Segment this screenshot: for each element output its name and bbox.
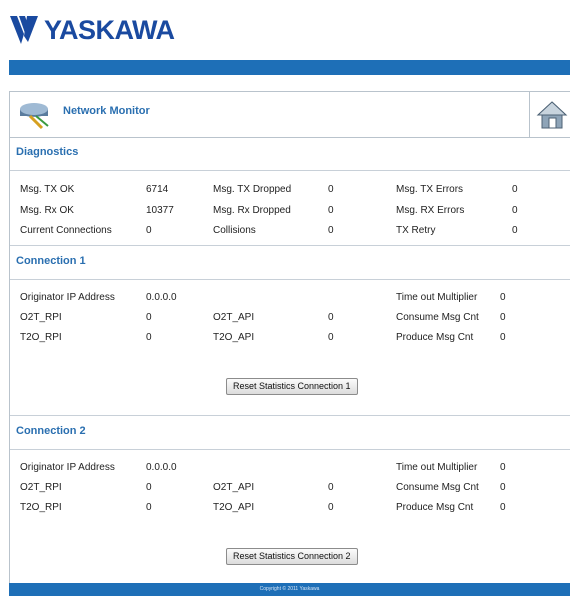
consume-msg-cnt-label: Consume Msg Cnt [396,312,479,323]
o2t-rpi-value: 0 [146,312,152,323]
msg-rx-ok-value: 10377 [146,205,174,216]
msg-tx-dropped-value: 0 [328,184,334,195]
network-device-icon [20,103,49,130]
divider [10,245,570,246]
tx-retry-label: TX Retry [396,225,436,236]
footer: Copyright © 2011 Yaskawa [9,583,570,596]
copyright-text: Copyright © 2011 Yaskawa [259,586,320,592]
consume-msg-cnt-value: 0 [500,482,506,493]
msg-rx-ok-label: Msg. Rx OK [20,205,74,216]
timeout-multiplier-value: 0 [500,462,506,473]
produce-msg-cnt-label: Produce Msg Cnt [396,502,474,513]
o2t-api-value: 0 [328,312,334,323]
reset-statistics-connection-2-button[interactable]: Reset Statistics Connection 2 [226,548,358,565]
yaskawa-logo-mark-icon [10,16,38,44]
produce-msg-cnt-label: Produce Msg Cnt [396,332,474,343]
t2o-api-value: 0 [328,332,334,343]
t2o-rpi-value: 0 [146,332,152,343]
t2o-api-value: 0 [328,502,334,513]
o2t-api-label: O2T_API [213,312,255,323]
divider [10,279,570,280]
msg-rx-errors-value: 0 [512,205,518,216]
t2o-rpi-value: 0 [146,502,152,513]
timeout-multiplier-label: Time out Multiplier [396,462,478,473]
divider [10,449,570,450]
o2t-rpi-label: O2T_RPI [20,482,62,493]
home-icon[interactable] [536,100,568,130]
consume-msg-cnt-label: Consume Msg Cnt [396,482,479,493]
t2o-rpi-label: T2O_RPI [20,502,62,513]
msg-tx-ok-value: 6714 [146,184,169,195]
msg-tx-dropped-label: Msg. TX Dropped [213,184,292,195]
msg-rx-dropped-value: 0 [328,205,334,216]
t2o-rpi-label: T2O_RPI [20,332,62,343]
msg-tx-errors-value: 0 [512,184,518,195]
originator-ip-label: Originator IP Address [20,462,115,473]
msg-rx-dropped-label: Msg. Rx Dropped [213,205,291,216]
o2t-api-value: 0 [328,482,334,493]
t2o-api-label: T2O_API [213,332,255,343]
o2t-rpi-label: O2T_RPI [20,312,62,323]
diagnostics-title: Diagnostics [16,146,79,158]
divider [10,415,570,416]
produce-msg-cnt-value: 0 [500,332,506,343]
divider [10,170,570,171]
brand-name: YASKAWA [44,15,175,45]
yaskawa-logo: YASKAWA [10,12,270,50]
originator-ip-label: Originator IP Address [20,292,115,303]
network-monitor-panel: Network Monitor Diagnostics Msg. TX OK 6… [9,91,570,583]
originator-ip-value: 0.0.0.0 [146,292,177,303]
page-title: Network Monitor [63,105,150,117]
connection-2-title: Connection 2 [16,425,86,437]
collisions-label: Collisions [213,225,256,236]
home-button[interactable] [529,92,570,137]
current-connections-label: Current Connections [20,225,112,236]
originator-ip-value: 0.0.0.0 [146,462,177,473]
tx-retry-value: 0 [512,225,518,236]
msg-tx-ok-label: Msg. TX OK [20,184,75,195]
timeout-multiplier-label: Time out Multiplier [396,292,478,303]
msg-tx-errors-label: Msg. TX Errors [396,184,464,195]
network-monitor-header: Network Monitor [10,92,570,138]
connection-1-title: Connection 1 [16,255,86,267]
o2t-api-label: O2T_API [213,482,255,493]
o2t-rpi-value: 0 [146,482,152,493]
reset-statistics-connection-1-button[interactable]: Reset Statistics Connection 1 [226,378,358,395]
top-blue-bar [9,60,570,75]
msg-rx-errors-label: Msg. RX Errors [396,205,465,216]
collisions-value: 0 [328,225,334,236]
timeout-multiplier-value: 0 [500,292,506,303]
produce-msg-cnt-value: 0 [500,502,506,513]
current-connections-value: 0 [146,225,152,236]
t2o-api-label: T2O_API [213,502,255,513]
consume-msg-cnt-value: 0 [500,312,506,323]
